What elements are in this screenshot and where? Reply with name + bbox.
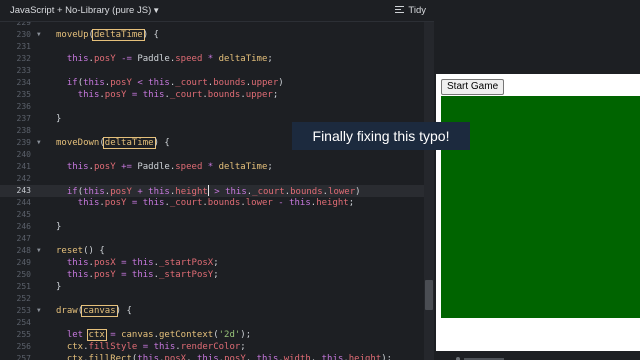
video-caption: Finally fixing this typo! bbox=[292, 122, 470, 150]
code-line[interactable]: 250 this.posY = this._startPosY; bbox=[0, 269, 424, 281]
code-line-text: moveDown(deltaTime) { bbox=[56, 137, 170, 149]
code-line[interactable]: 229 bbox=[0, 22, 424, 29]
line-number: 248 bbox=[16, 246, 31, 255]
code-line[interactable]: 248 ▼ reset() { bbox=[0, 245, 424, 257]
code-line[interactable]: 240 bbox=[0, 149, 424, 161]
code-line[interactable]: 252 bbox=[0, 293, 424, 305]
code-line[interactable]: 249 this.posX = this._startPosX; bbox=[0, 257, 424, 269]
code-line-text: let ctx = canvas.getContext('2d'); bbox=[66, 329, 252, 341]
code-editor-pane: JavaScript + No-Library (pure JS)▼ Tidy … bbox=[0, 0, 434, 360]
code-line-text: this.posY -= Paddle.speed * deltaTime; bbox=[66, 54, 273, 64]
caret-down-icon: ▼ bbox=[152, 6, 161, 15]
code-line[interactable]: 243 if(this.posY + this.height > this._c… bbox=[0, 185, 424, 197]
line-number: 236 bbox=[16, 102, 31, 111]
editor-scrollbar[interactable] bbox=[424, 22, 434, 360]
line-number: 245 bbox=[16, 210, 31, 219]
line-number: 256 bbox=[16, 342, 31, 351]
line-number: 252 bbox=[16, 294, 31, 303]
code-line[interactable]: 233 bbox=[0, 65, 424, 77]
code-area[interactable]: 229 230 ▼ moveUp(deltaTime) { 231 232 this.po… bbox=[0, 22, 424, 360]
line-number: 251 bbox=[16, 282, 31, 291]
code-line[interactable]: 235 this.posY = this._court.bounds.upper… bbox=[0, 89, 424, 101]
line-number: 244 bbox=[16, 198, 31, 207]
code-line[interactable]: 247 bbox=[0, 233, 424, 245]
line-number: 243 bbox=[16, 186, 31, 195]
fold-triangle-icon[interactable]: ▼ bbox=[37, 305, 41, 317]
code-line[interactable]: 232 this.posY -= Paddle.speed * deltaTim… bbox=[0, 53, 424, 65]
line-number: 230 bbox=[16, 30, 31, 39]
line-number: 255 bbox=[16, 330, 31, 339]
code-line[interactable]: 255 let ctx = canvas.getContext('2d'); bbox=[0, 329, 424, 341]
line-number: 232 bbox=[16, 54, 31, 63]
line-number: 233 bbox=[16, 66, 31, 75]
code-line-text: this.posY = this._court.bounds.lower - t… bbox=[77, 198, 355, 208]
language-select-label: JavaScript + No-Library (pure JS) bbox=[10, 5, 152, 16]
line-number: 241 bbox=[16, 162, 31, 171]
line-number: 257 bbox=[16, 354, 31, 360]
line-number: 235 bbox=[16, 90, 31, 99]
tidy-lines-icon bbox=[395, 5, 405, 14]
line-number: 249 bbox=[16, 258, 31, 267]
game-canvas[interactable] bbox=[441, 96, 640, 318]
output-pane: Start Game bbox=[434, 0, 640, 360]
code-line-text: ctx.fillRect(this.posX, this.posY, this.… bbox=[66, 354, 393, 360]
language-select[interactable]: JavaScript + No-Library (pure JS)▼ bbox=[10, 5, 160, 16]
code-line[interactable]: 244 this.posY = this._court.bounds.lower… bbox=[0, 197, 424, 209]
code-line-text: if(this.posY < this._court.bounds.upper) bbox=[66, 78, 284, 88]
code-line[interactable]: 236 bbox=[0, 101, 424, 113]
code-line-text: } bbox=[56, 114, 62, 124]
code-line[interactable]: 251} bbox=[0, 281, 424, 293]
line-number: 237 bbox=[16, 114, 31, 123]
code-line[interactable]: 256 ctx.fillStyle = this.renderColor; bbox=[0, 341, 424, 353]
start-game-button[interactable]: Start Game bbox=[441, 79, 505, 95]
line-number: 238 bbox=[16, 126, 31, 135]
code-line-text: this.posY += Paddle.speed * deltaTime; bbox=[66, 162, 273, 172]
code-line[interactable]: 254 bbox=[0, 317, 424, 329]
line-number: 239 bbox=[16, 138, 31, 147]
code-line[interactable]: 246} bbox=[0, 221, 424, 233]
editor-scrollbar-thumb[interactable] bbox=[425, 280, 433, 310]
code-line[interactable]: 257 ctx.fillRect(this.posX, this.posY, t… bbox=[0, 353, 424, 360]
result-preview: Start Game bbox=[436, 74, 640, 360]
fold-triangle-icon[interactable]: ▼ bbox=[37, 137, 41, 149]
fold-triangle-icon[interactable]: ▼ bbox=[37, 29, 41, 41]
line-number: 253 bbox=[16, 306, 31, 315]
line-number: 247 bbox=[16, 234, 31, 243]
code-line-text: } bbox=[56, 222, 62, 232]
line-number: 234 bbox=[16, 78, 31, 87]
line-number: 240 bbox=[16, 150, 31, 159]
line-number: 254 bbox=[16, 318, 31, 327]
code-line-text: reset() { bbox=[56, 246, 105, 256]
code-line[interactable]: 231 bbox=[0, 41, 424, 53]
editor-toolbar: JavaScript + No-Library (pure JS)▼ Tidy bbox=[0, 0, 434, 22]
code-line-text: this.posX = this._startPosX; bbox=[66, 258, 219, 268]
code-line-text: this.posY = this._startPosY; bbox=[66, 270, 219, 280]
code-line-text: ctx.fillStyle = this.renderColor; bbox=[66, 342, 246, 352]
code-line[interactable]: 253 ▼ draw(canvas) { bbox=[0, 305, 424, 317]
code-line[interactable]: 230 ▼ moveUp(deltaTime) { bbox=[0, 29, 424, 41]
code-lines: 229 230 ▼ moveUp(deltaTime) { 231 232 this.po… bbox=[0, 22, 424, 360]
line-number: 229 bbox=[16, 22, 31, 27]
tidy-button[interactable]: Tidy bbox=[395, 5, 426, 16]
line-number: 231 bbox=[16, 42, 31, 51]
line-number: 250 bbox=[16, 270, 31, 279]
code-line[interactable]: 245 bbox=[0, 209, 424, 221]
code-line[interactable]: 241 this.posY += Paddle.speed * deltaTim… bbox=[0, 161, 424, 173]
console-bar bbox=[434, 351, 640, 360]
line-number: 242 bbox=[16, 174, 31, 183]
code-line-text: } bbox=[56, 282, 62, 292]
code-line[interactable]: 234 if(this.posY < this._court.bounds.up… bbox=[0, 77, 424, 89]
tidy-button-label: Tidy bbox=[408, 5, 426, 16]
line-number: 246 bbox=[16, 222, 31, 231]
code-line-text: this.posY = this._court.bounds.upper; bbox=[77, 90, 279, 100]
code-line[interactable]: 242 bbox=[0, 173, 424, 185]
code-line-text: moveUp(deltaTime) { bbox=[56, 29, 159, 41]
code-line-text: draw(canvas) { bbox=[56, 305, 132, 317]
fold-triangle-icon[interactable]: ▼ bbox=[37, 245, 41, 257]
